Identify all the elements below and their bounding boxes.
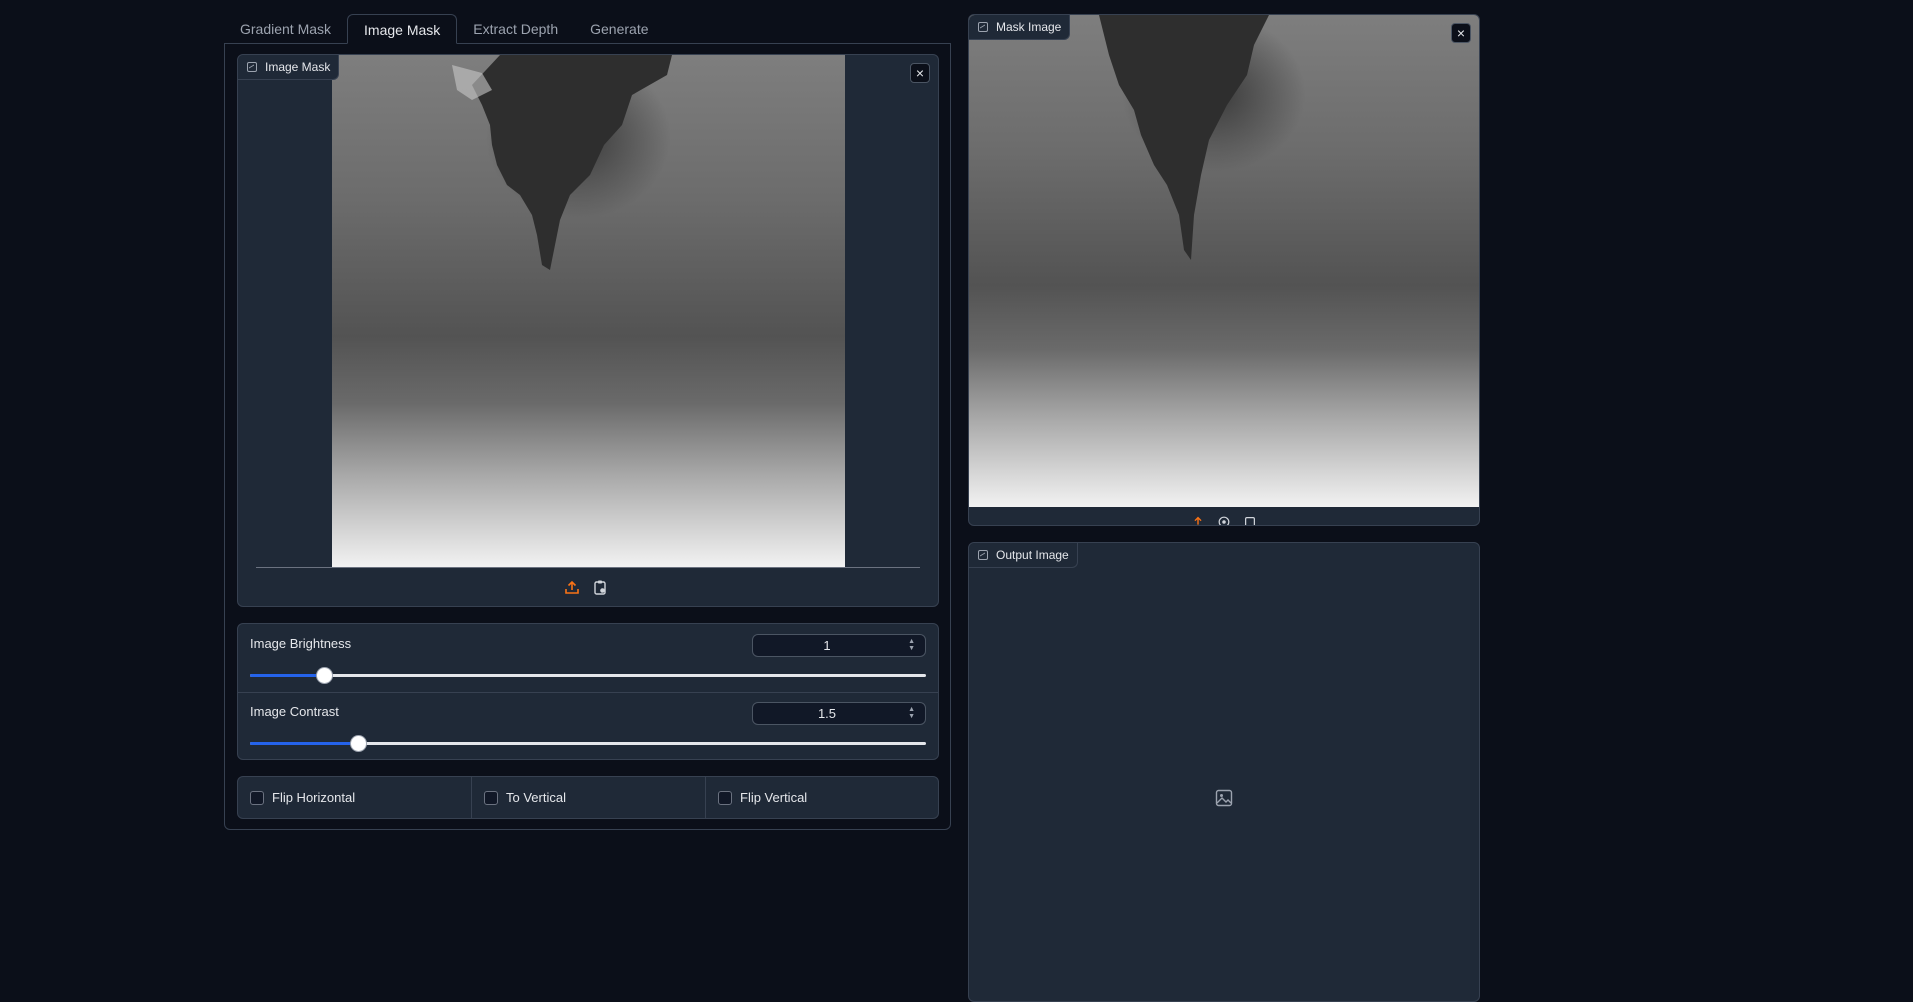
- image-mask-tab-panel: Image Mask × Image Brightness 1 ▲ ▼ Imag…: [224, 43, 951, 830]
- flip-vertical-option[interactable]: Flip Vertical: [706, 777, 938, 818]
- image-icon: [247, 62, 257, 72]
- tab-gradient-mask[interactable]: Gradient Mask: [224, 14, 347, 44]
- output-image-label: Output Image: [969, 543, 1078, 568]
- flip-options-group: Flip Horizontal To Vertical Flip Vertica…: [237, 776, 939, 819]
- webcam-icon[interactable]: [1215, 513, 1233, 525]
- depth-dark-region: [1099, 15, 1269, 260]
- mask-image-label: Mask Image: [969, 15, 1071, 40]
- brightness-slider-thumb[interactable]: [316, 667, 334, 684]
- brightness-value[interactable]: 1: [753, 635, 901, 656]
- brightness-slider-row: Image Brightness 1 ▲ ▼: [238, 624, 938, 693]
- image-icon: [978, 22, 988, 32]
- tab-bar: Gradient Mask Image Mask Extract Depth G…: [224, 14, 665, 44]
- to-vertical-label: To Vertical: [506, 790, 566, 805]
- image-mask-label: Image Mask: [238, 55, 340, 80]
- flip-vertical-checkbox[interactable]: [718, 790, 732, 805]
- contrast-number-input[interactable]: 1.5 ▲ ▼: [752, 702, 926, 725]
- upload-icon[interactable]: [563, 578, 581, 596]
- mask-image-label-text: Mask Image: [996, 20, 1062, 34]
- output-image-block: Output Image: [968, 542, 1480, 1002]
- contrast-slider-row: Image Contrast 1.5 ▲ ▼: [238, 692, 938, 760]
- tab-extract-depth[interactable]: Extract Depth: [457, 14, 574, 44]
- mask-image-block: Mask Image ×: [968, 14, 1480, 526]
- contrast-slider[interactable]: [250, 735, 926, 752]
- contrast-value[interactable]: 1.5: [753, 703, 901, 724]
- spinner-icon[interactable]: ▲ ▼: [908, 638, 915, 652]
- spinner-icon[interactable]: ▲ ▼: [908, 706, 915, 720]
- image-mask-label-text: Image Mask: [265, 60, 331, 74]
- contrast-slider-fill: [250, 742, 359, 745]
- image-icon: [978, 550, 988, 560]
- depth-dark-region: [452, 55, 672, 270]
- tab-image-mask[interactable]: Image Mask: [347, 14, 458, 44]
- close-icon[interactable]: ×: [910, 63, 930, 83]
- image-placeholder-icon: [1215, 789, 1233, 807]
- contrast-label: Image Contrast: [250, 704, 339, 719]
- image-mask-block: Image Mask ×: [237, 54, 939, 607]
- flip-horizontal-checkbox[interactable]: [250, 790, 264, 805]
- to-vertical-option[interactable]: To Vertical: [472, 777, 706, 818]
- mask-image-preview[interactable]: [969, 15, 1479, 507]
- flip-horizontal-label: Flip Horizontal: [272, 790, 356, 805]
- flip-horizontal-option[interactable]: Flip Horizontal: [238, 777, 472, 818]
- brightness-number-input[interactable]: 1 ▲ ▼: [752, 634, 926, 657]
- upload-icon[interactable]: [1189, 513, 1207, 525]
- close-icon[interactable]: ×: [1451, 23, 1471, 43]
- brightness-label: Image Brightness: [250, 636, 352, 651]
- brightness-slider[interactable]: [250, 667, 926, 684]
- to-vertical-checkbox[interactable]: [484, 790, 498, 805]
- image-mask-preview[interactable]: [332, 55, 845, 567]
- tab-generate[interactable]: Generate: [574, 14, 664, 44]
- output-image-label-text: Output Image: [996, 548, 1069, 562]
- contrast-slider-thumb[interactable]: [350, 735, 368, 752]
- image-mask-divider: [256, 567, 920, 568]
- clipboard-icon[interactable]: [591, 578, 609, 596]
- flip-vertical-label: Flip Vertical: [740, 790, 808, 805]
- clipboard-icon[interactable]: [1241, 513, 1259, 525]
- slider-group: Image Brightness 1 ▲ ▼ Image Contrast 1.5…: [237, 623, 939, 760]
- brightness-slider-fill: [250, 674, 325, 677]
